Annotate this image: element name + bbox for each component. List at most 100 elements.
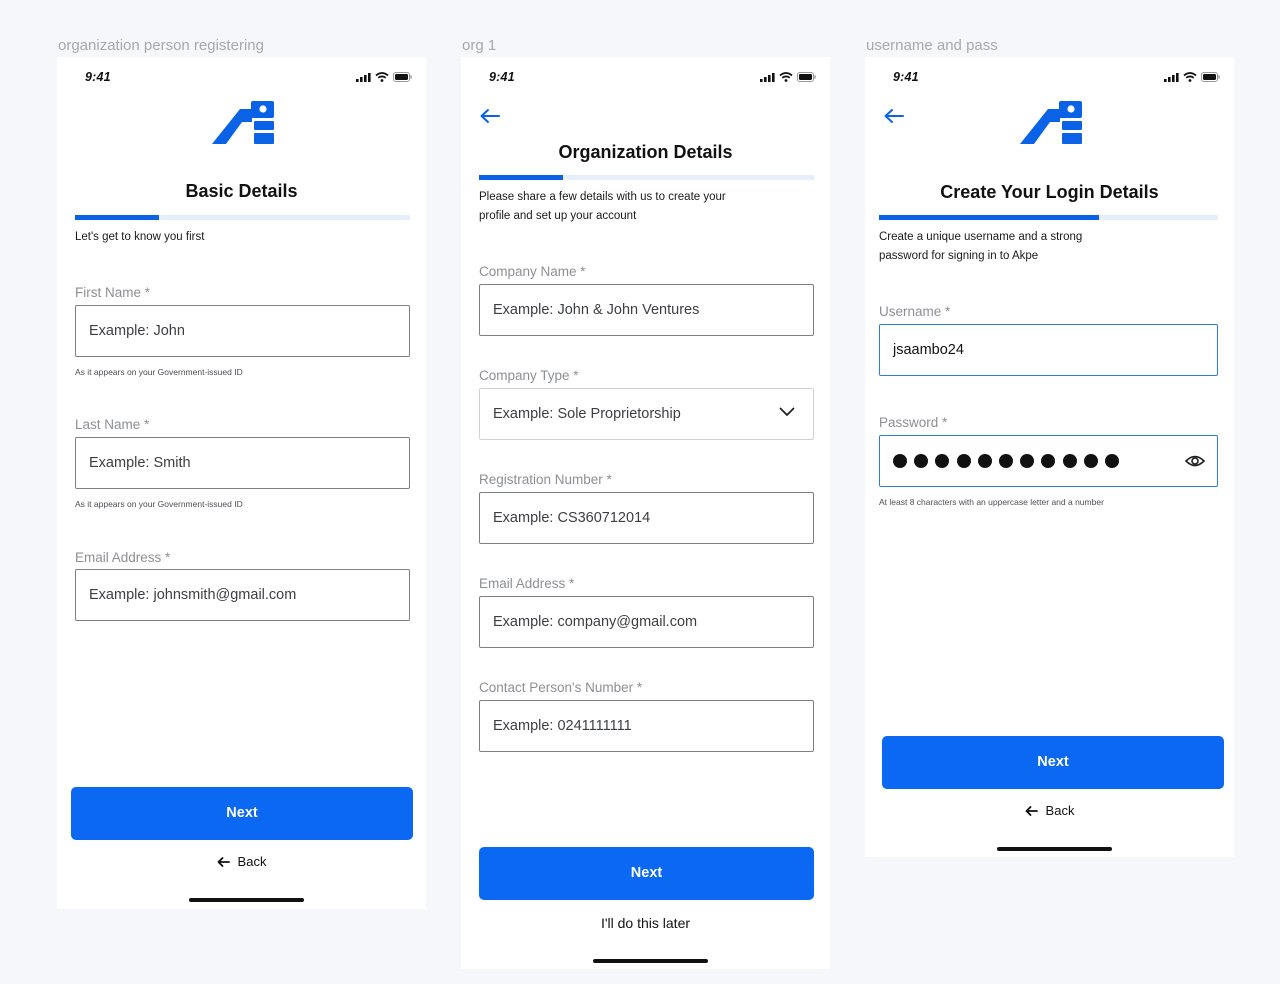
username-label: Username * (879, 304, 951, 319)
back-link[interactable]: Back (57, 854, 426, 869)
subtitle-line: password for signing in to Akpe (879, 250, 1039, 262)
subtitle-line: Create a unique username and a strong (879, 231, 1083, 243)
company-email-label: Email Address * (479, 576, 575, 591)
back-arrow-icon[interactable] (479, 108, 501, 124)
company-email-placeholder: Example: company@gmail.com (493, 614, 698, 630)
frame-label: username and pass (866, 37, 998, 54)
back-link-label: Back (237, 854, 267, 869)
progress-bar (879, 215, 1218, 220)
username-value: jsaambo24 (893, 342, 964, 358)
company-type-label: Company Type * (479, 368, 579, 383)
logo-icon (1020, 101, 1082, 144)
do-later-link[interactable]: I'll do this later (461, 915, 830, 931)
progress-bar (479, 175, 814, 180)
page-subtitle: Please share a few details with us to cr… (479, 188, 726, 226)
registration-number-field[interactable]: Example: CS360712014 (479, 492, 814, 544)
password-dot (1020, 454, 1035, 468)
eye-icon[interactable] (1185, 452, 1205, 470)
home-indicator (593, 959, 708, 963)
email-placeholder: Example: johnsmith@gmail.com (89, 587, 297, 603)
password-dot (956, 454, 971, 468)
home-indicator (997, 847, 1112, 851)
password-mask (893, 454, 1119, 468)
organization-details-screen: 9:41 Organization Details Please share a… (461, 57, 830, 969)
company-name-placeholder: Example: John & John Ventures (493, 302, 700, 318)
registration-number-label: Registration Number * (479, 472, 612, 487)
last-name-field[interactable]: Example: Smith (75, 437, 410, 489)
company-email-field[interactable]: Example: company@gmail.com (479, 596, 814, 648)
login-details-screen: 9:41 Create Your Login Details Create a … (865, 57, 1234, 857)
first-name-helper: As it appears on your Government-issued … (75, 367, 243, 377)
username-field[interactable]: jsaambo24 (879, 324, 1218, 376)
status-time: 9:41 (85, 70, 111, 84)
password-dot (998, 454, 1013, 468)
basic-details-screen: 9:41 Basic Details Let's get to know you… (57, 57, 426, 909)
back-arrow-icon[interactable] (883, 108, 905, 124)
first-name-field[interactable]: Example: John (75, 305, 410, 357)
status-time: 9:41 (489, 70, 515, 84)
status-bar: 9:41 (85, 70, 412, 84)
email-label: Email Address * (75, 550, 171, 565)
password-dot (914, 454, 929, 468)
password-label: Password * (879, 415, 948, 430)
back-link-label: Back (1045, 803, 1075, 818)
contact-number-field[interactable]: Example: 0241111111 (479, 700, 814, 752)
password-helper: At least 8 characters with an uppercase … (879, 497, 1104, 507)
signal-icon (356, 72, 371, 82)
company-name-field[interactable]: Example: John & John Ventures (479, 284, 814, 336)
signal-icon (1164, 72, 1179, 82)
password-dot (893, 454, 907, 468)
page-title: Organization Details (558, 142, 733, 162)
wifi-icon (375, 72, 389, 82)
subtitle-line: Please share a few details with us to cr… (479, 191, 726, 203)
battery-icon (797, 72, 816, 82)
company-type-placeholder: Example: Sole Proprietorship (493, 406, 681, 422)
back-link[interactable]: Back (865, 803, 1234, 818)
password-dot (935, 454, 950, 468)
progress-fill (75, 215, 159, 220)
page-subtitle: Let's get to know you first (75, 231, 205, 243)
progress-bar (75, 215, 410, 220)
frame-label: org 1 (462, 37, 497, 54)
progress-fill (879, 215, 1100, 220)
next-button[interactable]: Next (71, 787, 413, 840)
subtitle-line: profile and set up your account (479, 210, 637, 222)
last-name-placeholder: Example: Smith (89, 455, 191, 471)
last-name-helper: As it appears on your Government-issued … (75, 499, 243, 509)
page-title: Basic Details (185, 181, 298, 201)
status-bar: 9:41 (489, 70, 816, 84)
company-type-select[interactable]: Example: Sole Proprietorship (479, 388, 814, 440)
registration-number-placeholder: Example: CS360712014 (493, 510, 651, 526)
contact-number-placeholder: Example: 0241111111 (493, 718, 632, 734)
email-field[interactable]: Example: johnsmith@gmail.com (75, 569, 410, 621)
next-button[interactable]: Next (882, 736, 1224, 789)
password-dot (1062, 454, 1077, 468)
frame-label: organization person registering (58, 37, 264, 54)
company-name-label: Company Name * (479, 264, 586, 279)
battery-icon (1201, 72, 1220, 82)
status-bar: 9:41 (893, 70, 1220, 84)
do-later-label: I'll do this later (600, 915, 691, 931)
page-title: Create Your Login Details (940, 182, 1159, 202)
password-dot (1104, 454, 1119, 468)
password-dot (1041, 454, 1056, 468)
page-subtitle: Create a unique username and a strong pa… (879, 228, 1082, 266)
first-name-placeholder: Example: John (89, 323, 185, 339)
last-name-label: Last Name * (75, 417, 150, 432)
password-field[interactable] (879, 435, 1218, 487)
home-indicator (189, 898, 304, 902)
status-time: 9:41 (893, 70, 919, 84)
back-arrow-icon (217, 856, 230, 867)
wifi-icon (1183, 72, 1197, 82)
chevron-down-icon (779, 407, 795, 416)
signal-icon (760, 72, 775, 82)
password-dot (977, 454, 992, 468)
battery-icon (393, 72, 412, 82)
password-dot (1083, 454, 1098, 468)
next-button[interactable]: Next (479, 847, 814, 900)
logo-icon (212, 101, 274, 144)
contact-number-label: Contact Person's Number * (479, 680, 643, 695)
progress-fill (479, 175, 563, 180)
back-arrow-icon (1025, 805, 1038, 816)
wifi-icon (779, 72, 793, 82)
